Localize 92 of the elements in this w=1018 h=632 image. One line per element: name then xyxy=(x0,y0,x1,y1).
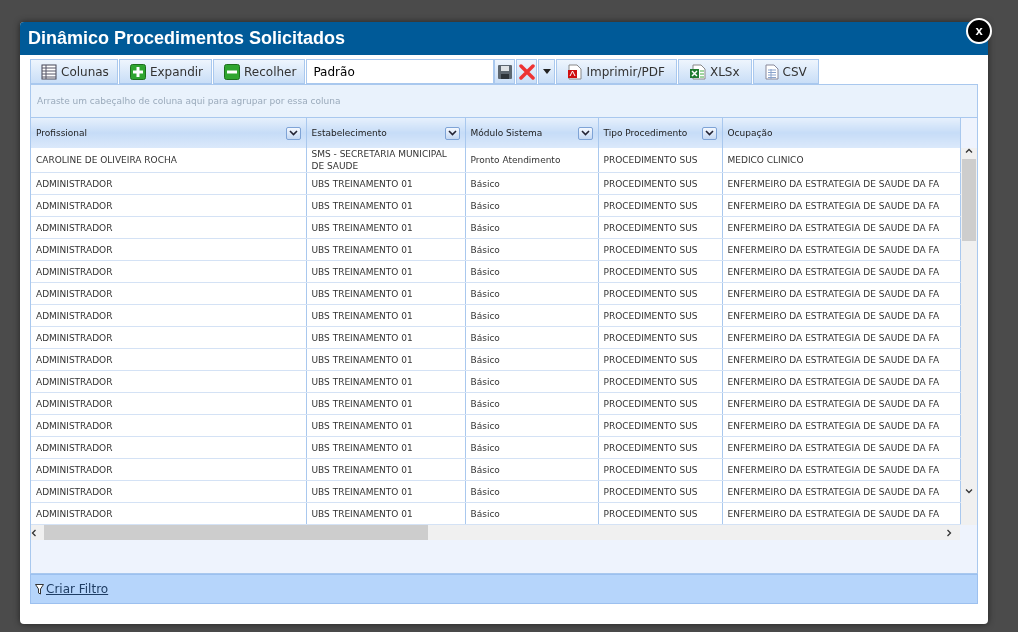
table-cell: UBS TREINAMENTO 01 xyxy=(306,282,465,305)
scroll-thumb[interactable] xyxy=(44,525,428,540)
table-cell: CAROLINE DE OLIVEIRA ROCHA xyxy=(31,148,306,173)
table-cell: UBS TREINAMENTO 01 xyxy=(306,480,465,503)
table-cell: Pronto Atendimento xyxy=(465,148,598,173)
table-cell: ADMINISTRADOR xyxy=(31,436,306,459)
table-cell: MEDICO CLINICO xyxy=(722,148,960,173)
pdf-icon xyxy=(568,63,583,80)
chevron-icon xyxy=(580,130,590,136)
table-cell: ENFERMEIRO DA ESTRATEGIA DE SAUDE DA FA xyxy=(722,216,960,239)
table-cell: UBS TREINAMENTO 01 xyxy=(306,370,465,393)
save-icon xyxy=(496,63,513,80)
caret-icon xyxy=(542,69,551,74)
document-icon xyxy=(764,63,779,80)
table-cell: UBS TREINAMENTO 01 xyxy=(306,348,465,371)
chevron-icon xyxy=(704,130,714,136)
table-cell: ADMINISTRADOR xyxy=(31,216,306,239)
table-cell: UBS TREINAMENTO 01 xyxy=(306,238,465,261)
table-cell: ENFERMEIRO DA ESTRATEGIA DE SAUDE DA FA xyxy=(722,260,960,283)
table-cell: ENFERMEIRO DA ESTRATEGIA DE SAUDE DA FA xyxy=(722,392,960,415)
table-cell: UBS TREINAMENTO 01 xyxy=(306,326,465,349)
filter-button[interactable] xyxy=(701,126,717,140)
delete-button[interactable] xyxy=(516,59,538,84)
dropdown-button[interactable] xyxy=(538,59,556,84)
table-cell: ENFERMEIRO DA ESTRATEGIA DE SAUDE DA FA xyxy=(722,194,960,217)
toolbar-button[interactable]: Expandir xyxy=(118,59,213,84)
column-header[interactable]: Módulo Sistema xyxy=(465,118,598,148)
chevron-icon xyxy=(447,130,457,136)
toolbar-button[interactable]: Recolher xyxy=(213,59,306,84)
table-cell: ENFERMEIRO DA ESTRATEGIA DE SAUDE DA FA xyxy=(722,414,960,437)
table-cell: ADMINISTRADOR xyxy=(31,260,306,283)
export-button[interactable]: Imprimir/PDF xyxy=(556,59,677,84)
table-cell: ADMINISTRADOR xyxy=(31,414,306,437)
close-button[interactable]: x xyxy=(966,18,992,44)
plus-icon xyxy=(129,63,146,80)
table-cell: ENFERMEIRO DA ESTRATEGIA DE SAUDE DA FA xyxy=(722,436,960,459)
table-cell: ENFERMEIRO DA ESTRATEGIA DE SAUDE DA FA xyxy=(722,304,960,327)
table-cell: UBS TREINAMENTO 01 xyxy=(306,216,465,239)
scroll-thumb[interactable] xyxy=(961,159,976,241)
table-cell: ADMINISTRADOR xyxy=(31,238,306,261)
group-hint: Arraste um cabeçalho de coluna aqui para agrupar por essa coluna xyxy=(37,96,341,106)
table-cell: ADMINISTRADOR xyxy=(31,502,306,525)
spreadsheet-icon xyxy=(689,63,706,80)
close-icon xyxy=(518,63,535,80)
table-cell: UBS TREINAMENTO 01 xyxy=(306,414,465,437)
table-cell: ENFERMEIRO DA ESTRATEGIA DE SAUDE DA FA xyxy=(722,172,960,195)
table-cell: PROCEDIMENTO SUS xyxy=(598,148,722,173)
table-cell: UBS TREINAMENTO 01 xyxy=(306,194,465,217)
export-button[interactable]: CSV xyxy=(752,59,819,84)
layout-field[interactable]: Padrão xyxy=(306,59,495,84)
chevron-icon xyxy=(288,130,298,136)
table-cell: ENFERMEIRO DA ESTRATEGIA DE SAUDE DA FA xyxy=(722,458,960,481)
table-cell: UBS TREINAMENTO 01 xyxy=(306,260,465,283)
filter-button[interactable] xyxy=(285,126,301,140)
save-button[interactable] xyxy=(494,59,516,84)
table-icon xyxy=(41,63,57,80)
column-header[interactable]: Ocupação xyxy=(722,118,960,148)
minus-icon xyxy=(224,63,241,80)
table-cell: ENFERMEIRO DA ESTRATEGIA DE SAUDE DA FA xyxy=(722,348,960,371)
table-cell: UBS TREINAMENTO 01 xyxy=(306,458,465,481)
table-cell: ENFERMEIRO DA ESTRATEGIA DE SAUDE DA FA xyxy=(722,370,960,393)
column-header[interactable]: Tipo Procedimento xyxy=(598,118,722,148)
column-header[interactable]: Estabelecimento xyxy=(306,118,465,148)
table-cell: UBS TREINAMENTO 01 xyxy=(306,392,465,415)
table-cell: UBS TREINAMENTO 01 xyxy=(306,436,465,459)
table-cell: ADMINISTRADOR xyxy=(31,194,306,217)
horizontal-scrollbar[interactable] xyxy=(31,525,960,540)
table-cell: ADMINISTRADOR xyxy=(31,392,306,415)
table-cell: UBS TREINAMENTO 01 xyxy=(306,304,465,327)
table-cell: ADMINISTRADOR xyxy=(31,282,306,305)
create-filter-link[interactable]: Criar Filtro xyxy=(46,582,109,596)
table-cell: SMS - SECRETARIA MUNICIPAL DE SAUDE xyxy=(306,148,465,173)
table-cell: ADMINISTRADOR xyxy=(31,348,306,371)
table-cell: ADMINISTRADOR xyxy=(31,480,306,503)
table-cell: ADMINISTRADOR xyxy=(31,304,306,327)
table-cell: ENFERMEIRO DA ESTRATEGIA DE SAUDE DA FA xyxy=(722,480,960,503)
toolbar-button[interactable]: Colunas xyxy=(30,59,118,84)
table-cell: ENFERMEIRO DA ESTRATEGIA DE SAUDE DA FA xyxy=(722,238,960,261)
export-button[interactable]: XLSx xyxy=(677,59,752,84)
table-cell: ADMINISTRADOR xyxy=(31,370,306,393)
filter-icon xyxy=(35,583,44,595)
table-cell: ENFERMEIRO DA ESTRATEGIA DE SAUDE DA FA xyxy=(722,502,960,525)
filter-button[interactable] xyxy=(444,126,460,140)
table-cell: ADMINISTRADOR xyxy=(31,326,306,349)
table-cell: ENFERMEIRO DA ESTRATEGIA DE SAUDE DA FA xyxy=(722,326,960,349)
table-cell: UBS TREINAMENTO 01 xyxy=(306,502,465,525)
column-header[interactable]: Profissional xyxy=(31,118,306,148)
table-cell: ADMINISTRADOR xyxy=(31,172,306,195)
table-cell: UBS TREINAMENTO 01 xyxy=(306,172,465,195)
table-cell: ENFERMEIRO DA ESTRATEGIA DE SAUDE DA FA xyxy=(722,282,960,305)
table-cell: ADMINISTRADOR xyxy=(31,458,306,481)
filter-button[interactable] xyxy=(577,126,593,140)
